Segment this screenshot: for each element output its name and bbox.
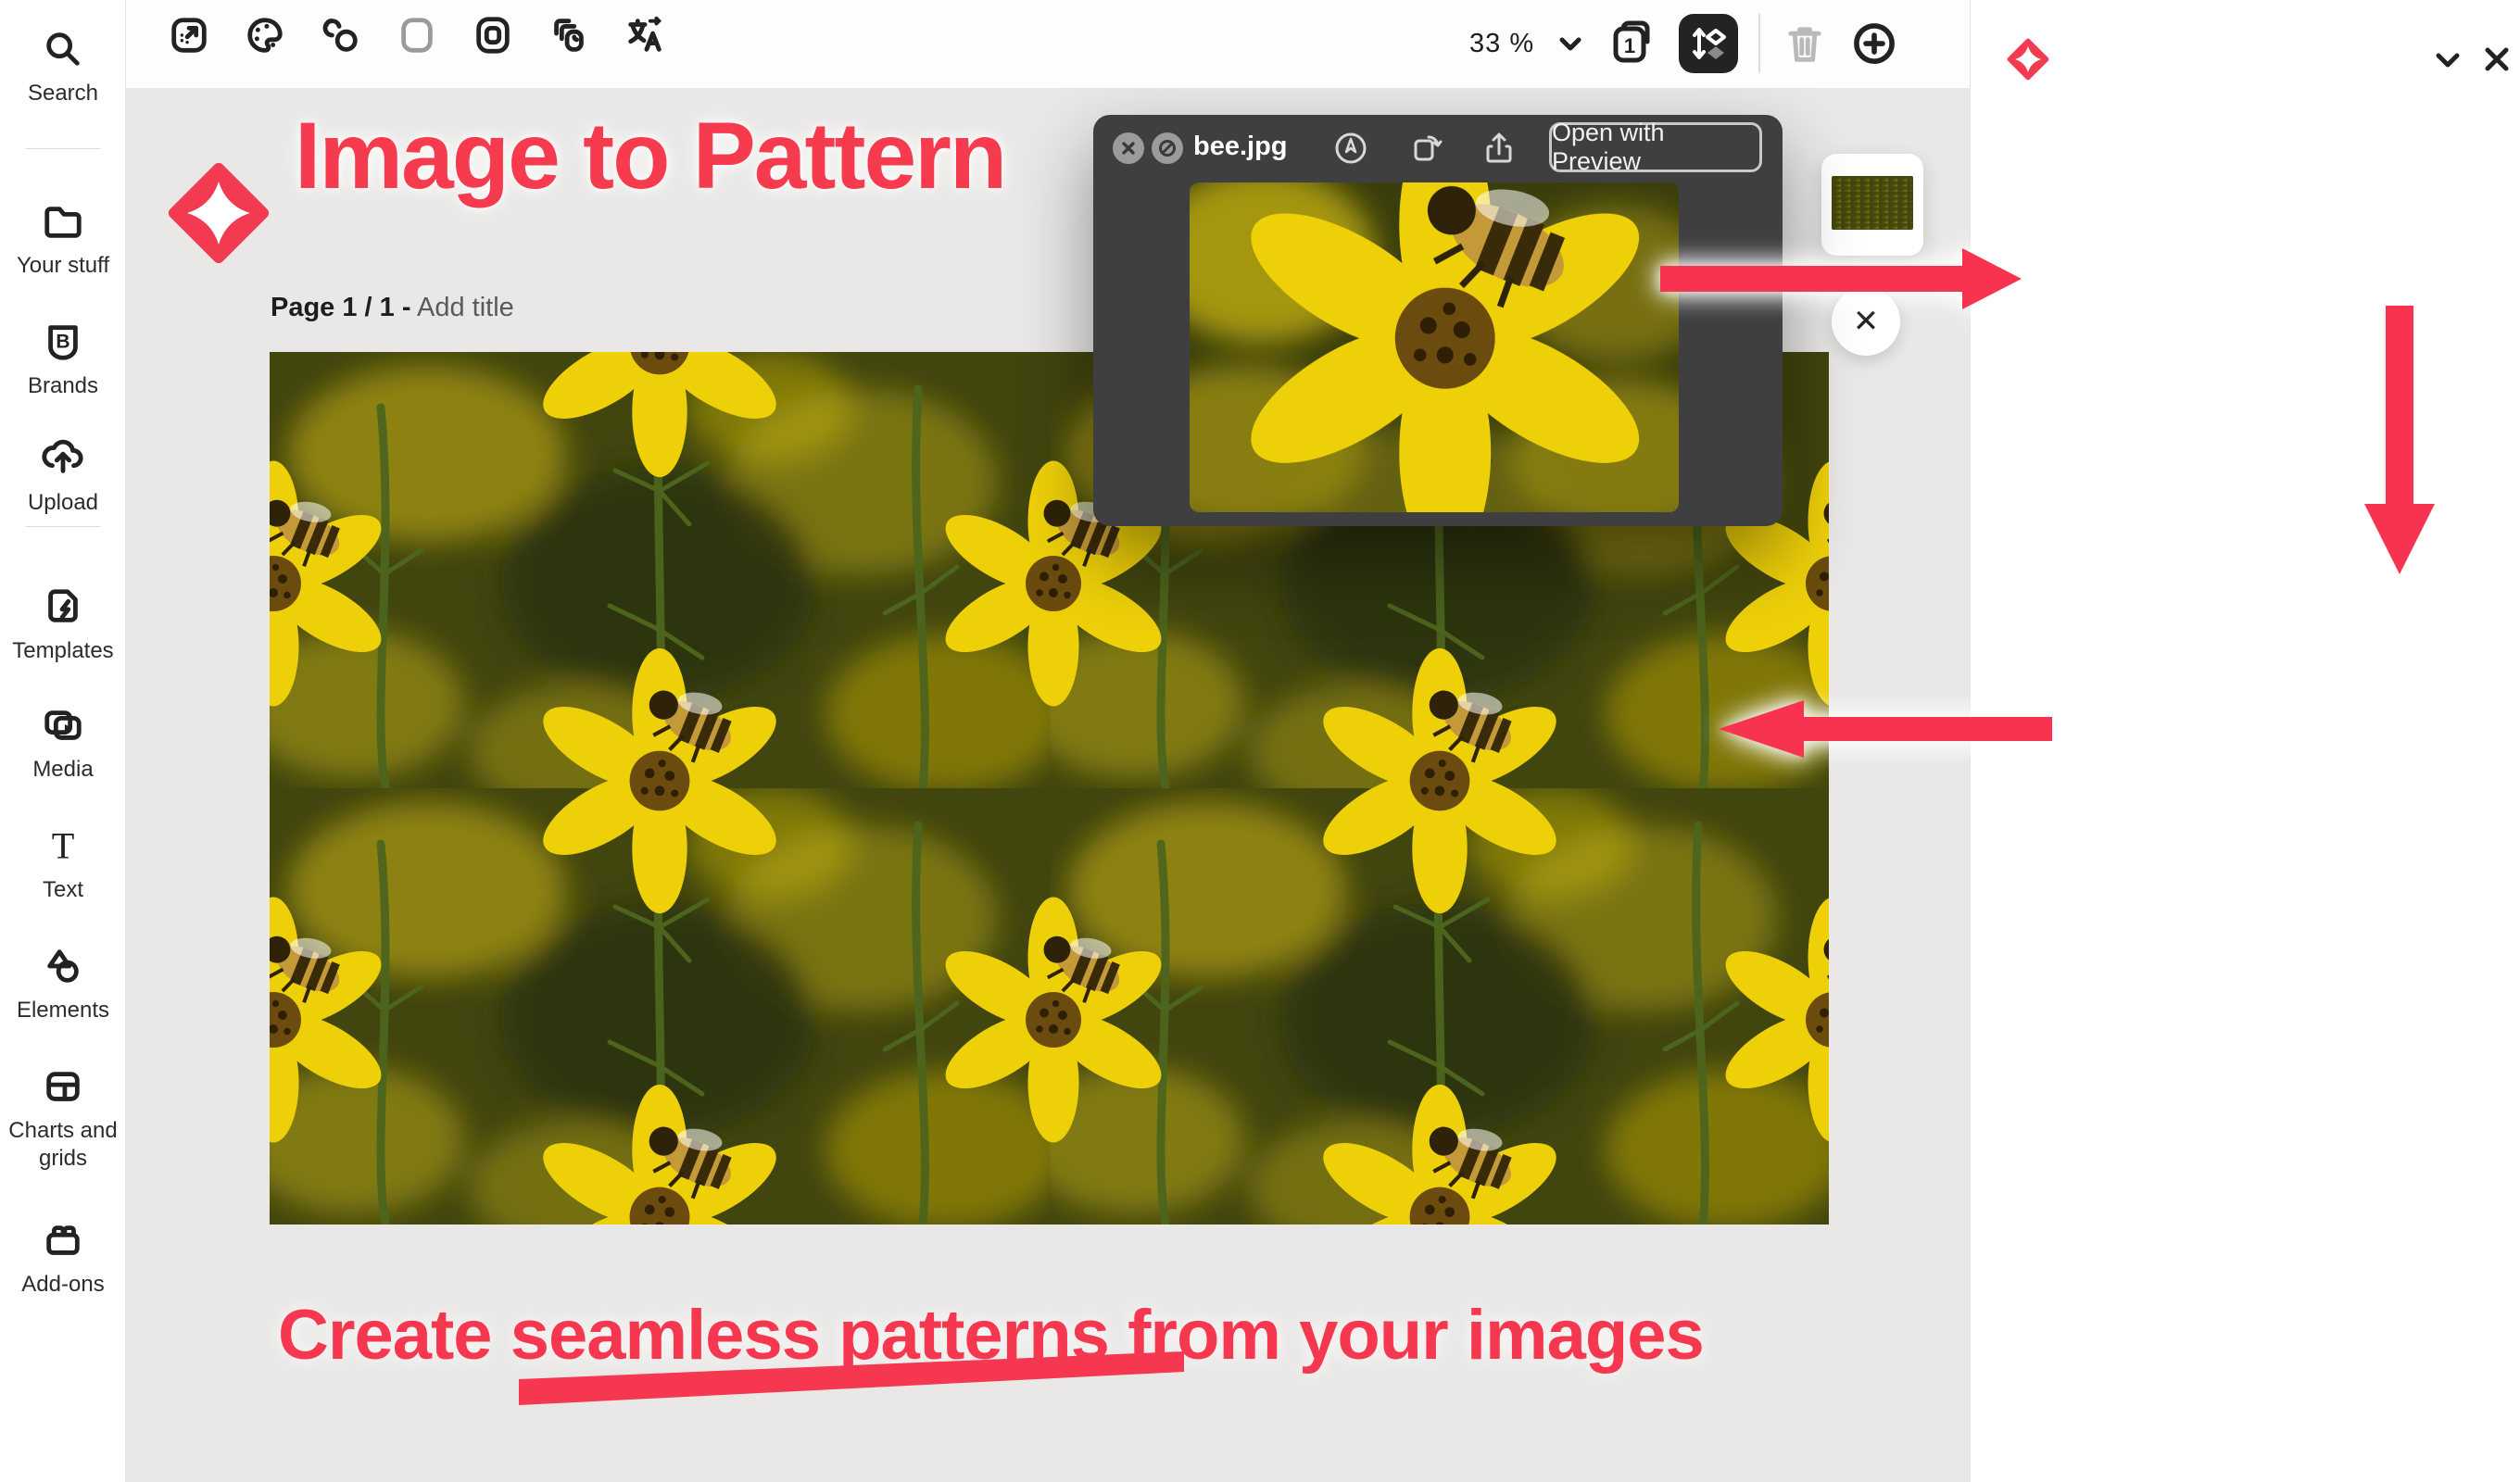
templates-icon bbox=[42, 585, 84, 628]
folder-icon bbox=[42, 200, 84, 243]
quicklook-photo bbox=[1190, 182, 1679, 512]
share-icon[interactable] bbox=[1479, 128, 1519, 169]
reorder-layers-button[interactable] bbox=[1679, 14, 1738, 73]
sidebar-item-your-stuff[interactable]: Your stuff bbox=[0, 200, 126, 280]
sidebar-item-text[interactable]: T Text bbox=[0, 824, 126, 904]
sidebar-item-label: Text bbox=[43, 876, 83, 904]
text-icon: T bbox=[42, 824, 84, 867]
quicklook-block-button[interactable] bbox=[1152, 132, 1183, 164]
sidebar-item-label: Media bbox=[32, 756, 93, 784]
search-icon bbox=[42, 28, 84, 70]
page-label: Page 1 / 1 - Add title bbox=[271, 293, 514, 323]
panel-collapse-chevron-icon[interactable] bbox=[2432, 46, 2463, 74]
media-icon bbox=[42, 704, 84, 747]
zoom-chevron-down-icon[interactable] bbox=[1555, 28, 1586, 59]
svg-text:1: 1 bbox=[1624, 34, 1635, 57]
sidebar-item-charts-grids[interactable]: Charts and grids bbox=[0, 1065, 126, 1173]
delete-trash-button[interactable] bbox=[1781, 19, 1829, 68]
zoom-level-value[interactable]: 33 % bbox=[1469, 29, 1534, 59]
sidebar-item-elements[interactable]: Elements bbox=[0, 945, 126, 1024]
page-title-placeholder[interactable]: Add title bbox=[417, 293, 514, 322]
quicklook-close-button[interactable] bbox=[1113, 132, 1144, 164]
animate-button[interactable] bbox=[315, 9, 367, 61]
page-number: Page 1 / 1 - bbox=[271, 293, 411, 322]
sidebar-item-label: Charts and grids bbox=[7, 1117, 119, 1173]
panel-close-icon[interactable] bbox=[2482, 44, 2512, 74]
page-thumbnail-image bbox=[1832, 176, 1913, 230]
sidebar-item-label: Elements bbox=[17, 997, 109, 1024]
page-thumbnail-card[interactable] bbox=[1821, 154, 1923, 256]
toolbar-right-group: 33 % 1 bbox=[1469, 7, 1899, 80]
rotate-icon[interactable] bbox=[1406, 128, 1447, 169]
toolbar-divider bbox=[1758, 14, 1760, 73]
image-to-pattern-panel bbox=[1970, 0, 2520, 1482]
sidebar-item-upload[interactable]: Upload bbox=[0, 437, 126, 517]
theme-palette-button[interactable] bbox=[239, 9, 291, 61]
sidebar-item-search[interactable]: Search bbox=[0, 28, 126, 107]
headline-pre: Create bbox=[278, 1296, 510, 1375]
sidebar-item-label: Your stuff bbox=[17, 252, 109, 280]
canvas-doc-title[interactable]: Image to Pattern bbox=[295, 102, 1005, 210]
sidebar-divider bbox=[26, 148, 100, 149]
headline-underline-stroke bbox=[515, 1346, 1191, 1413]
translate-button[interactable] bbox=[619, 9, 671, 61]
top-toolbar: 33 % 1 bbox=[126, 0, 1970, 88]
sidebar-divider bbox=[26, 526, 100, 527]
sidebar-item-label: Search bbox=[28, 80, 98, 107]
left-sidebar: Search Your stuff B Brands Upload Templa… bbox=[0, 0, 126, 1482]
open-with-preview-button[interactable]: Open with Preview bbox=[1549, 122, 1762, 172]
upload-cloud-icon bbox=[42, 437, 84, 480]
toolbar-left-group bbox=[163, 9, 671, 61]
sidebar-item-media[interactable]: Media bbox=[0, 704, 126, 784]
svg-text:B: B bbox=[56, 332, 69, 353]
sidebar-item-brands[interactable]: B Brands bbox=[0, 320, 126, 400]
sidebar-item-add-ons[interactable]: Add-ons bbox=[0, 1219, 126, 1299]
sidebar-item-label: Brands bbox=[28, 372, 98, 400]
resize-button[interactable] bbox=[163, 9, 215, 61]
image-to-pattern-logo bbox=[165, 159, 272, 267]
sidebar-item-templates[interactable]: Templates bbox=[0, 585, 126, 665]
markup-icon[interactable] bbox=[1330, 128, 1371, 169]
pages-button[interactable]: 1 bbox=[1606, 18, 1658, 69]
svg-text:T: T bbox=[52, 824, 75, 866]
sidebar-item-label: Upload bbox=[28, 489, 98, 517]
border-button[interactable] bbox=[467, 9, 519, 61]
sidebar-item-label: Templates bbox=[12, 637, 113, 665]
add-ons-brick-icon bbox=[42, 1219, 84, 1262]
add-page-plus-button[interactable] bbox=[1849, 19, 1899, 69]
headline-post: from your images bbox=[1109, 1296, 1704, 1375]
frame-button[interactable] bbox=[391, 9, 443, 61]
duplicate-button[interactable] bbox=[543, 9, 595, 61]
charts-grids-icon bbox=[42, 1065, 84, 1108]
elements-icon bbox=[42, 945, 84, 987]
quicklook-filename: bee.jpg bbox=[1193, 132, 1288, 162]
addon-logo bbox=[2006, 37, 2050, 82]
arrow-to-dropzone bbox=[1660, 246, 2023, 311]
arrow-to-canvas bbox=[1719, 698, 2052, 760]
app-root: Search Your stuff B Brands Upload Templa… bbox=[0, 0, 2520, 1482]
sidebar-item-label: Add-ons bbox=[21, 1271, 104, 1299]
brands-shield-icon: B bbox=[42, 320, 84, 363]
arrow-to-output bbox=[2362, 306, 2437, 576]
